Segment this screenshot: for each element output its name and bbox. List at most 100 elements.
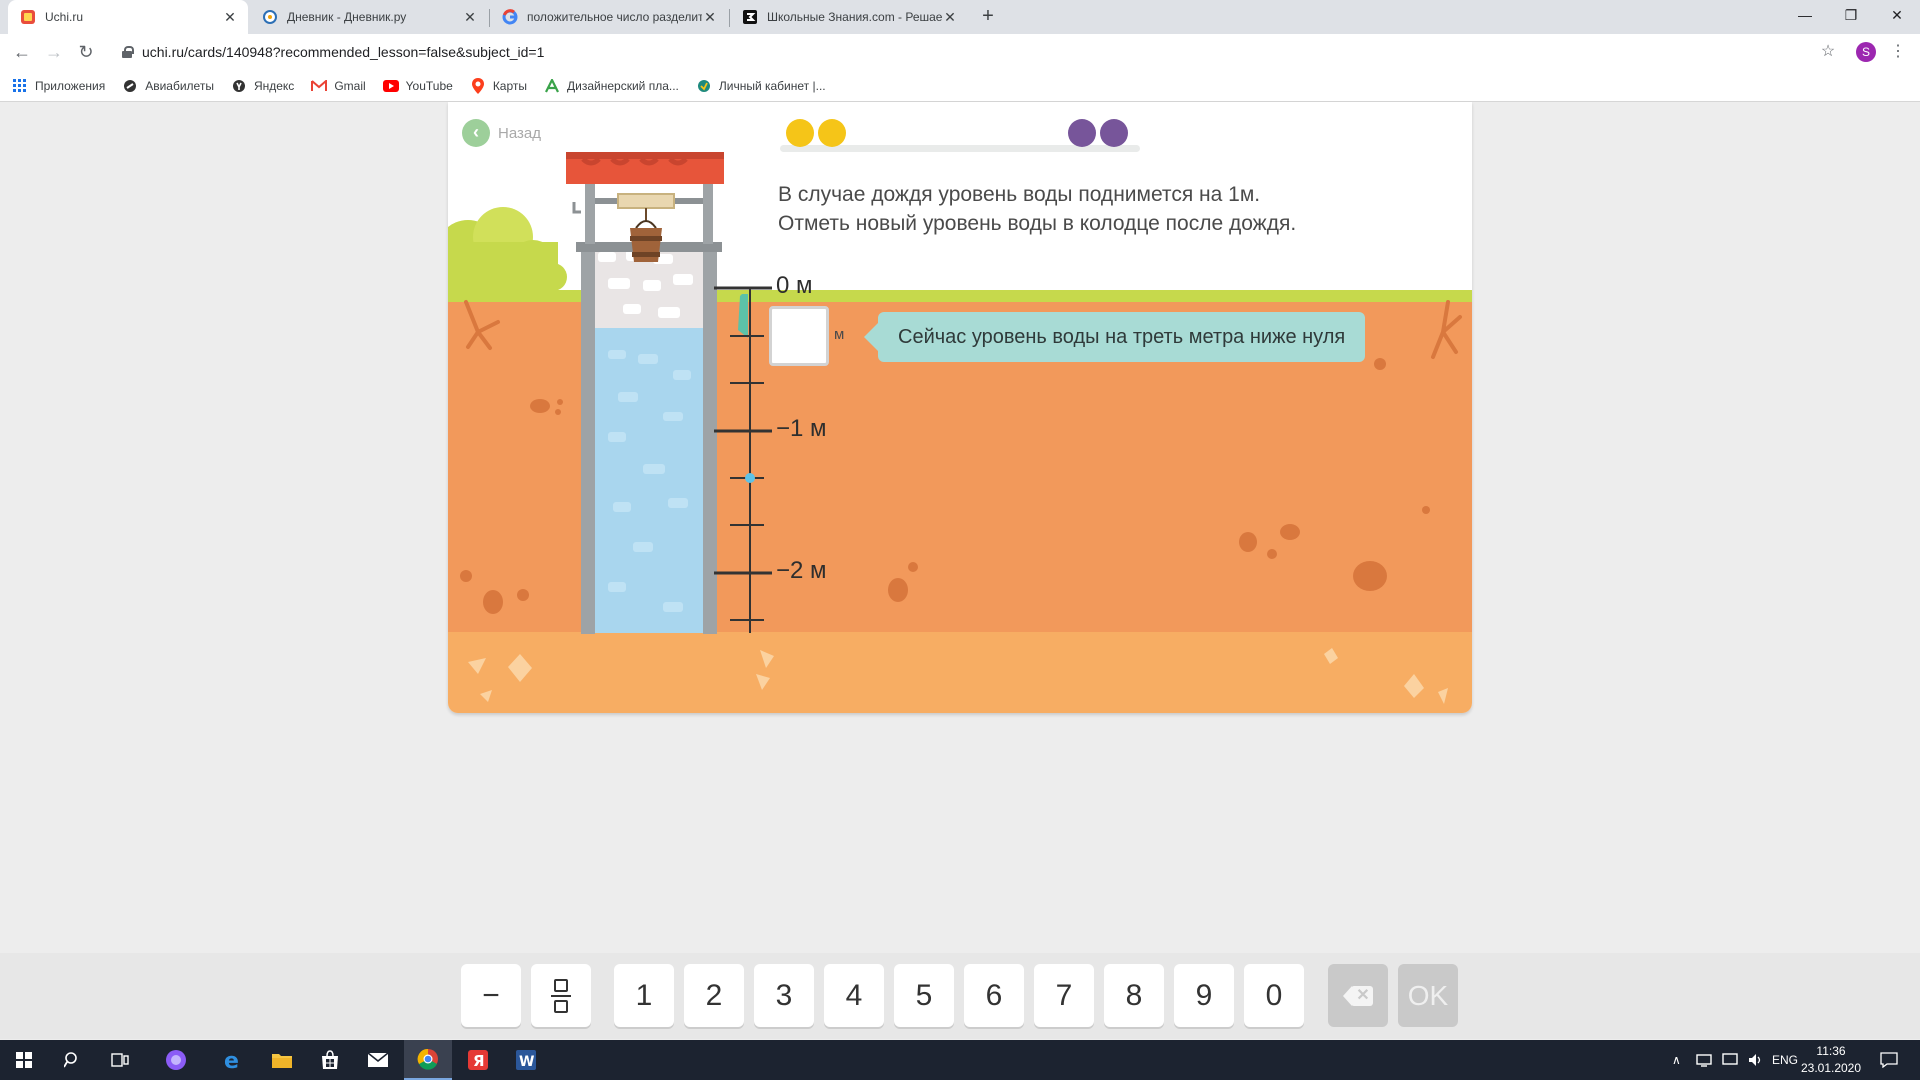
kebab-menu-icon[interactable]: ⋮	[1888, 38, 1908, 66]
drag-handle[interactable]	[745, 473, 755, 483]
close-icon[interactable]: ✕	[942, 9, 958, 25]
uchi-favicon	[20, 9, 36, 25]
progress-dot-pending	[1100, 119, 1128, 147]
new-tab-button[interactable]: +	[976, 5, 1000, 29]
url-text: uchi.ru/cards/140948?recommended_lesson=…	[142, 44, 545, 60]
tab-title: Дневник - Дневник.ру	[287, 10, 407, 24]
tab-title: положительное число разделит	[527, 10, 702, 24]
tab-google-search[interactable]: положительное число разделит ✕	[490, 0, 728, 34]
close-icon[interactable]: ✕	[702, 9, 718, 25]
maps-icon	[470, 77, 486, 94]
bookmark-apps[interactable]: Приложения	[12, 78, 105, 94]
key-1[interactable]: 1	[614, 964, 674, 1027]
number-keyboard: − 1 2 3 4 5 6 7 8 9 0 ✕ OK	[0, 953, 1920, 1039]
key-0[interactable]: 0	[1244, 964, 1304, 1027]
hint-text: Сейчас уровень воды на треть метра ниже …	[898, 325, 1346, 348]
well-wall-right	[703, 242, 717, 634]
browser-tab-strip: Uchi.ru ✕ Дневник - Дневник.ру ✕ положит…	[0, 0, 1920, 34]
key-4[interactable]: 4	[824, 964, 884, 1027]
task-view-icon[interactable]	[96, 1040, 144, 1080]
close-window-button[interactable]: ✕	[1874, 0, 1920, 30]
restore-window-button[interactable]: ❐	[1828, 0, 1874, 30]
bookmark-gmail[interactable]: Gmail	[311, 78, 366, 94]
key-minus[interactable]: −	[461, 964, 521, 1027]
bookmark-aviasales[interactable]: Авиабилеты	[122, 78, 214, 94]
reload-icon[interactable]: ↻	[72, 38, 100, 66]
close-icon[interactable]: ✕	[222, 9, 238, 25]
key-6[interactable]: 6	[964, 964, 1024, 1027]
bookmark-designer[interactable]: Дизайнерский пла...	[544, 78, 679, 94]
notifications-icon[interactable]	[1880, 1040, 1898, 1080]
windows-taskbar: e Я W ∧ ENG 11:36 23.01.2020	[0, 1040, 1920, 1080]
tray-network-icon[interactable]	[1696, 1040, 1712, 1080]
profile-avatar[interactable]: S	[1856, 42, 1876, 62]
system-clock[interactable]: 11:36 23.01.2020	[1796, 1043, 1866, 1077]
aviasales-icon	[122, 78, 138, 94]
tray-volume-icon[interactable]	[1748, 1040, 1764, 1080]
close-icon[interactable]: ✕	[462, 9, 478, 25]
tab-title: Uchi.ru	[45, 10, 84, 24]
key-backspace[interactable]: ✕	[1328, 964, 1388, 1027]
bookmarks-bar: Приложения Авиабилеты Яндекс Gmail YouTu…	[0, 70, 1920, 102]
clock-date: 23.01.2020	[1800, 1061, 1862, 1075]
answer-input[interactable]	[769, 306, 829, 366]
store-icon[interactable]	[306, 1040, 354, 1080]
well-roof-top	[566, 152, 724, 159]
task-line-1: В случае дождя уровень воды поднимется н…	[778, 183, 1261, 206]
answer-unit: м	[834, 326, 845, 343]
bucket-icon	[630, 220, 662, 262]
forward-arrow-icon[interactable]: →	[40, 38, 68, 66]
bookmark-star-icon[interactable]: ☆	[1814, 38, 1842, 66]
key-3[interactable]: 3	[754, 964, 814, 1027]
cabinet-icon	[696, 78, 712, 94]
znanija-favicon	[742, 9, 758, 25]
back-arrow-icon[interactable]: ←	[8, 38, 36, 66]
chrome-icon[interactable]	[404, 1040, 452, 1080]
windows-start-icon[interactable]	[0, 1040, 48, 1080]
clock-time: 11:36	[1816, 1044, 1846, 1058]
key-7[interactable]: 7	[1034, 964, 1094, 1027]
key-2[interactable]: 2	[684, 964, 744, 1027]
svg-text:W: W	[519, 1054, 534, 1070]
progress-dot-done	[818, 119, 846, 147]
ground-bottom	[448, 632, 1472, 713]
lesson-progress	[780, 116, 1140, 156]
google-favicon	[502, 9, 518, 25]
youtube-icon	[382, 78, 399, 94]
designer-icon	[544, 78, 560, 94]
bookmark-yandex[interactable]: Яндекс	[231, 78, 294, 94]
search-icon[interactable]	[48, 1040, 96, 1080]
svg-text:Я: Я	[473, 1052, 485, 1070]
address-bar[interactable]: uchi.ru/cards/140948?recommended_lesson=…	[110, 38, 1840, 66]
apps-grid-icon	[12, 78, 28, 94]
edge-icon[interactable]: e	[208, 1040, 256, 1080]
svg-text:e: e	[224, 1049, 239, 1071]
tab-dnevnik[interactable]: Дневник - Дневник.ру ✕	[250, 0, 488, 34]
chevron-left-icon: ‹	[462, 119, 490, 147]
alice-icon[interactable]	[152, 1040, 200, 1080]
fraction-icon	[551, 978, 571, 1013]
tab-znanija[interactable]: Школьные Знания.com - Решае ✕	[730, 0, 968, 34]
hint-bubble: Сейчас уровень воды на треть метра ниже …	[863, 312, 1366, 362]
tab-title: Школьные Знания.com - Решае	[767, 10, 942, 24]
key-ok[interactable]: OK	[1398, 964, 1458, 1027]
scale-label-minus-one: −1 м	[776, 415, 827, 442]
gmail-icon	[311, 78, 328, 94]
back-button[interactable]: ‹ Назад	[462, 119, 541, 147]
tray-display-icon[interactable]	[1722, 1040, 1738, 1080]
mail-icon[interactable]	[354, 1040, 402, 1080]
tray-chevron-icon[interactable]: ∧	[1672, 1040, 1681, 1080]
tab-uchi[interactable]: Uchi.ru ✕	[8, 0, 248, 34]
key-5[interactable]: 5	[894, 964, 954, 1027]
file-explorer-icon[interactable]	[258, 1040, 306, 1080]
key-fraction[interactable]	[531, 964, 591, 1027]
minimize-window-button[interactable]: —	[1782, 0, 1828, 30]
bookmark-maps[interactable]: Карты	[470, 77, 527, 94]
bookmark-cabinet[interactable]: Личный кабинет |...	[696, 78, 826, 94]
bookmark-youtube[interactable]: YouTube	[382, 78, 453, 94]
word-icon[interactable]: W	[502, 1040, 550, 1080]
key-9[interactable]: 9	[1174, 964, 1234, 1027]
yandex-browser-icon[interactable]: Я	[454, 1040, 502, 1080]
key-8[interactable]: 8	[1104, 964, 1164, 1027]
language-indicator[interactable]: ENG	[1772, 1040, 1798, 1080]
